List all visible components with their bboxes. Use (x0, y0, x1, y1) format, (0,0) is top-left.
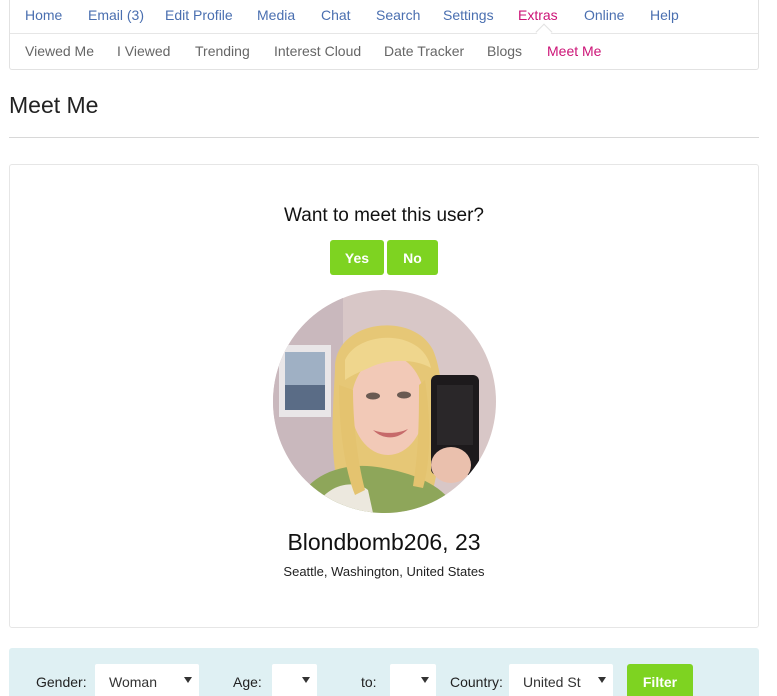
chevron-down-icon (598, 677, 606, 683)
gender-label: Gender: (36, 674, 87, 690)
profile-photo-image (273, 290, 496, 513)
no-button[interactable]: No (387, 240, 438, 275)
gender-select-value: Woman (109, 674, 157, 690)
nav-extras[interactable]: Extras (518, 0, 558, 32)
subnav-meet-me[interactable]: Meet Me (547, 33, 601, 69)
to-label: to: (361, 674, 377, 690)
filter-button[interactable]: Filter (627, 664, 693, 696)
secondary-nav: Viewed Me I Viewed Trending Interest Clo… (10, 35, 758, 71)
title-divider (9, 137, 759, 138)
subnav-blogs[interactable]: Blogs (487, 33, 522, 69)
nav-chat[interactable]: Chat (321, 0, 351, 32)
profile-photo[interactable] (273, 290, 496, 513)
gender-select[interactable]: Woman (95, 664, 199, 696)
age-label: Age: (233, 674, 262, 690)
nav-edit-profile[interactable]: Edit Profile (165, 0, 233, 32)
subnav-viewed-me[interactable]: Viewed Me (25, 33, 94, 69)
profile-location: Seattle, Washington, United States (283, 564, 485, 579)
nav-help[interactable]: Help (650, 0, 679, 32)
nav-settings[interactable]: Settings (443, 0, 494, 32)
nav-online[interactable]: Online (584, 0, 624, 32)
subnav-i-viewed[interactable]: I Viewed (117, 33, 170, 69)
primary-nav: Home Email (3) Edit Profile Media Chat S… (10, 0, 758, 34)
nav-home[interactable]: Home (25, 0, 62, 32)
subnav-interest-cloud[interactable]: Interest Cloud (274, 33, 361, 69)
chevron-down-icon (184, 677, 192, 683)
nav-search[interactable]: Search (376, 0, 420, 32)
country-select[interactable]: United St (509, 664, 613, 696)
subnav-trending[interactable]: Trending (195, 33, 250, 69)
chevron-down-icon (421, 677, 429, 683)
meet-question: Want to meet this user? (284, 205, 484, 226)
country-select-value: United St (523, 674, 581, 690)
top-navigation: Home Email (3) Edit Profile Media Chat S… (9, 0, 759, 70)
profile-name[interactable]: Blondbomb206, 23 (10, 529, 758, 556)
nav-email[interactable]: Email (3) (88, 0, 144, 32)
chevron-down-icon (302, 677, 310, 683)
age-from-select[interactable] (272, 664, 317, 696)
filter-bar: Gender: Woman Age: to: Country: United S… (9, 648, 759, 696)
meet-me-card: Want to meet this user? Yes No Blondbomb… (9, 164, 759, 628)
age-to-select[interactable] (390, 664, 436, 696)
yes-button[interactable]: Yes (330, 240, 384, 275)
subnav-date-tracker[interactable]: Date Tracker (384, 33, 464, 69)
country-label: Country: (450, 674, 503, 690)
page-title: Meet Me (9, 92, 99, 118)
nav-media[interactable]: Media (257, 0, 295, 32)
